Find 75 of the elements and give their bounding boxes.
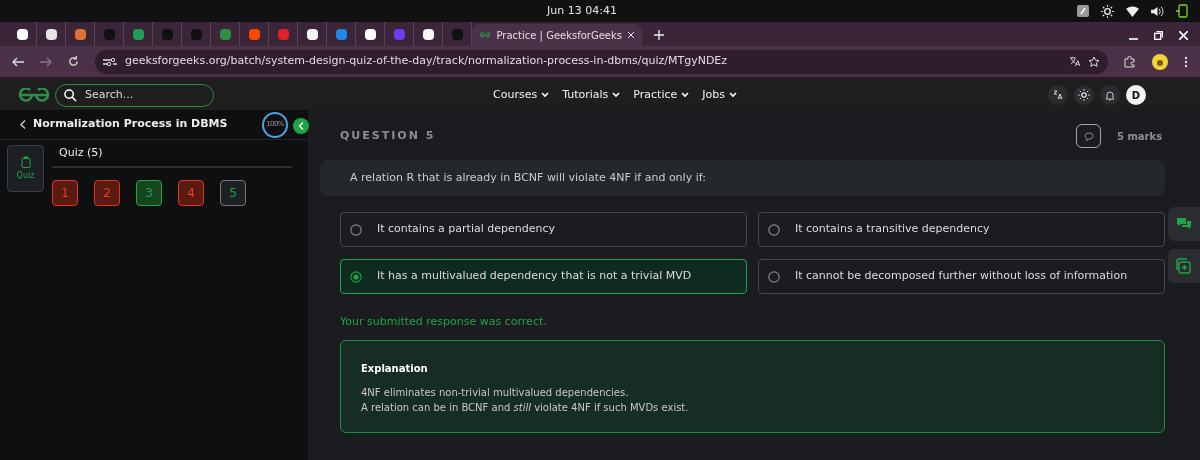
search-icon [64, 88, 77, 102]
forward-icon[interactable] [40, 56, 52, 67]
bell-icon [1105, 89, 1115, 101]
profile-icon[interactable] [1152, 53, 1168, 70]
notification-button[interactable] [1100, 85, 1120, 105]
speech-bubble-icon [1083, 131, 1094, 141]
volume-icon[interactable] [1151, 5, 1164, 17]
avatar[interactable]: D [1126, 85, 1146, 105]
reload-icon[interactable] [68, 56, 79, 67]
sun-icon [1078, 89, 1090, 101]
address-bar[interactable]: geeksforgeeks.org/batch/system-design-quiz-of-the-day/track/normalization-process-in-dbms/quiz/MTgyNDEz [95, 49, 1108, 74]
radio-icon[interactable] [350, 223, 362, 236]
question-text: A relation R that is already in BCNF will violate 4NF if and only if: [350, 169, 706, 186]
translate-icon[interactable] [1069, 56, 1080, 67]
menu-icon[interactable] [1184, 55, 1188, 68]
chevron-down-icon[interactable] [612, 92, 621, 99]
radio-icon[interactable] [768, 223, 780, 236]
question-number[interactable]: 5 [220, 180, 246, 206]
comment-button[interactable] [1076, 124, 1101, 148]
back-icon[interactable] [20, 120, 26, 129]
translate-button[interactable] [1048, 85, 1068, 105]
chevron-left-icon [298, 122, 304, 130]
clock[interactable]: Jun 13 04:41 [547, 3, 617, 20]
clipboard-icon [20, 155, 31, 168]
pen-icon[interactable] [1077, 5, 1089, 17]
feedback-text: Your submitted response was correct. [339, 314, 548, 330]
collapse-button[interactable] [293, 118, 309, 134]
chevron-down-icon[interactable] [728, 92, 737, 99]
new-tab-icon[interactable] [654, 30, 664, 40]
answer-option[interactable]: It contains a transitive dependency [758, 212, 1165, 247]
explanation-title: Explanation [361, 361, 429, 376]
search-input[interactable]: Search... [85, 86, 195, 104]
tab-title: Practice | GeeksforGeeks [496, 28, 622, 43]
add-note-icon [1176, 258, 1192, 274]
restore-icon[interactable] [1154, 31, 1163, 40]
explanation-text: 4NF eliminates non-trivial multivalued dependencies. [361, 385, 630, 400]
star-icon[interactable] [1088, 55, 1100, 68]
answer-option[interactable]: It has a multivalued dependency that is not a trivial MVD [340, 259, 747, 294]
favicon-icon[interactable] [422, 28, 434, 40]
favicon-icon[interactable] [16, 28, 28, 40]
site-settings-icon[interactable] [103, 56, 117, 67]
chevron-down-icon[interactable] [681, 92, 690, 99]
answer-option[interactable]: It contains a partial dependency [340, 212, 747, 247]
logo-icon[interactable] [18, 88, 50, 102]
nav-link[interactable]: Courses [493, 87, 550, 104]
course-title: Normalization Process in DBMS [33, 116, 228, 133]
nav-link[interactable]: Tutorials [562, 87, 621, 104]
section-title: Quiz (5) [59, 144, 103, 161]
extensions-icon[interactable] [1124, 55, 1136, 68]
wifi-icon[interactable] [1126, 5, 1139, 17]
quiz-tab[interactable]: Quiz [7, 145, 44, 192]
favicon-icon[interactable] [306, 28, 318, 40]
logo-icon [480, 31, 491, 39]
radio-icon[interactable] [768, 270, 780, 283]
question-label: QUESTION 5 [340, 127, 436, 144]
translate-icon [1053, 90, 1063, 100]
nav-link[interactable]: Jobs [702, 87, 737, 104]
radio-icon[interactable] [350, 270, 362, 283]
close-icon[interactable] [628, 31, 634, 39]
battery-icon[interactable] [1176, 4, 1188, 18]
nav-link[interactable]: Practice [633, 87, 690, 104]
favicon-icon[interactable] [364, 28, 376, 40]
chat-button[interactable] [1168, 207, 1200, 241]
favicon-icon[interactable] [45, 28, 57, 40]
chat-icon [1176, 217, 1192, 231]
add-note-button[interactable] [1168, 249, 1200, 283]
explanation-text: A relation can be in BCNF and still violate 4NF if such MVDs exist. [361, 400, 690, 415]
browser-tab[interactable]: Practice | GeeksforGeeks [472, 24, 642, 46]
marks-text: 5 marks [1117, 129, 1164, 144]
answer-option[interactable]: It cannot be decomposed further without loss of information [758, 259, 1165, 294]
theme-button[interactable] [1074, 85, 1094, 105]
url-text: geeksforgeeks.org/batch/system-design-quiz-of-the-day/track/normalization-process-in-dbms/quiz/MTgyNDEz [125, 53, 728, 70]
brightness-icon[interactable] [1101, 4, 1114, 18]
chevron-down-icon[interactable] [541, 92, 550, 99]
back-icon[interactable] [12, 56, 24, 67]
